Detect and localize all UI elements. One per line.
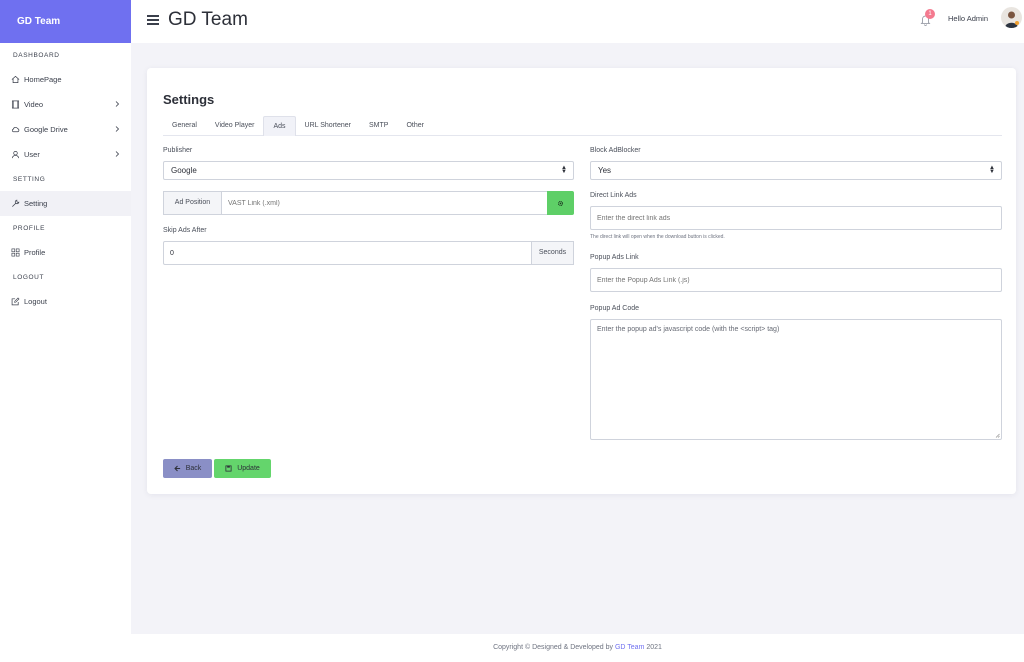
wrench-icon xyxy=(10,199,20,209)
film-icon xyxy=(10,100,20,110)
publisher-select[interactable]: Google ▲ ▼ xyxy=(163,161,574,180)
popup-link-input[interactable] xyxy=(590,268,1002,292)
user-icon xyxy=(10,150,20,160)
direct-link-input[interactable] xyxy=(590,206,1002,230)
sidebar-item-setting[interactable]: Setting xyxy=(0,191,131,216)
seconds-addon: Seconds xyxy=(531,241,574,265)
section-setting: SETTING xyxy=(13,175,46,183)
sidebar: GD Team DASHBOARD HomePage Video Google … xyxy=(0,0,131,662)
sidebar-item-video[interactable]: Video xyxy=(0,92,131,117)
chevron-right-icon xyxy=(115,126,120,132)
popup-code-textarea[interactable]: Enter the popup ad's javascript code (wi… xyxy=(590,319,1002,440)
tab-other[interactable]: Other xyxy=(397,116,433,136)
popup-code-placeholder: Enter the popup ad's javascript code (wi… xyxy=(597,326,780,333)
update-button[interactable]: Update xyxy=(214,459,271,478)
sidebar-item-label: Logout xyxy=(24,297,47,306)
ad-position-settings-button[interactable] xyxy=(547,191,574,215)
section-dashboard: DASHBOARD xyxy=(13,51,60,59)
chevron-right-icon xyxy=(115,101,120,107)
brand-logo[interactable]: GD Team xyxy=(0,0,131,43)
sidebar-item-homepage[interactable]: HomePage xyxy=(0,67,131,92)
sidebar-item-label: Google Drive xyxy=(24,125,68,134)
block-adblocker-label: Block AdBlocker xyxy=(590,147,641,154)
sidebar-item-profile[interactable]: Profile xyxy=(0,240,131,265)
select-arrows-icon: ▲ ▼ xyxy=(989,165,995,175)
vast-link-input[interactable] xyxy=(221,191,548,215)
skip-ads-input[interactable] xyxy=(163,241,533,265)
user-greeting[interactable]: Hello Admin xyxy=(948,14,988,23)
footer: Copyright © Designed & Developed by GD T… xyxy=(131,634,1024,662)
publisher-value: Google xyxy=(171,166,197,175)
tab-general[interactable]: General xyxy=(163,116,206,136)
sidebar-item-label: Setting xyxy=(24,199,48,208)
settings-tabs: General Video Player Ads URL Shortener S… xyxy=(163,116,1002,136)
popup-code-label: Popup Ad Code xyxy=(590,305,640,312)
sidebar-item-user[interactable]: User xyxy=(0,142,131,167)
section-logout: LOGOUT xyxy=(13,273,45,281)
direct-link-help: The direct link will open when the downl… xyxy=(590,234,725,240)
grid-icon xyxy=(10,248,20,258)
arrow-left-icon xyxy=(174,465,180,472)
sidebar-item-label: Video xyxy=(24,100,44,109)
update-button-label: Update xyxy=(237,465,260,472)
gear-icon xyxy=(557,200,564,206)
settings-card: Settings General Video Player Ads URL Sh… xyxy=(147,68,1016,494)
sidebar-item-google-drive[interactable]: Google Drive xyxy=(0,117,131,142)
footer-text: Copyright © Designed & Developed by xyxy=(493,644,614,651)
select-arrows-icon: ▲ ▼ xyxy=(561,165,567,175)
popup-link-label: Popup Ads Link xyxy=(590,254,639,261)
tab-ads[interactable]: Ads xyxy=(263,116,296,136)
tab-url-shortener[interactable]: URL Shortener xyxy=(296,116,360,136)
avatar[interactable] xyxy=(1001,7,1022,28)
settings-title: Settings xyxy=(163,92,215,107)
save-icon xyxy=(225,465,232,472)
hamburger-menu-icon[interactable] xyxy=(147,15,159,25)
footer-year: 2021 xyxy=(646,644,662,651)
home-icon xyxy=(10,75,20,85)
back-button-label: Back xyxy=(185,465,202,472)
block-adblocker-value: Yes xyxy=(598,166,612,175)
section-profile: PROFILE xyxy=(13,224,46,232)
back-button[interactable]: Back xyxy=(163,459,212,478)
publisher-label: Publisher xyxy=(163,147,193,154)
top-header: GD Team 1 Hello Admin xyxy=(131,0,1024,43)
cloud-icon xyxy=(10,125,20,135)
ad-position-addon: Ad Position xyxy=(163,191,222,215)
skip-ads-label: Skip Ads After xyxy=(163,227,207,234)
notification-badge: 1 xyxy=(925,9,935,19)
chevron-right-icon xyxy=(115,151,120,157)
sidebar-item-label: User xyxy=(24,150,40,159)
sidebar-item-label: Profile xyxy=(24,248,46,257)
edit-icon xyxy=(10,297,20,307)
page-title: GD Team xyxy=(168,9,248,30)
block-adblocker-select[interactable]: Yes ▲ ▼ xyxy=(590,161,1002,180)
resize-handle-icon[interactable] xyxy=(995,433,1000,438)
footer-brand-link[interactable]: GD Team xyxy=(615,644,644,651)
sidebar-item-logout[interactable]: Logout xyxy=(0,289,131,314)
tab-video-player[interactable]: Video Player xyxy=(206,116,264,136)
sidebar-item-label: HomePage xyxy=(24,75,62,84)
direct-link-label: Direct Link Ads xyxy=(590,192,637,199)
tab-smtp[interactable]: SMTP xyxy=(360,116,397,136)
